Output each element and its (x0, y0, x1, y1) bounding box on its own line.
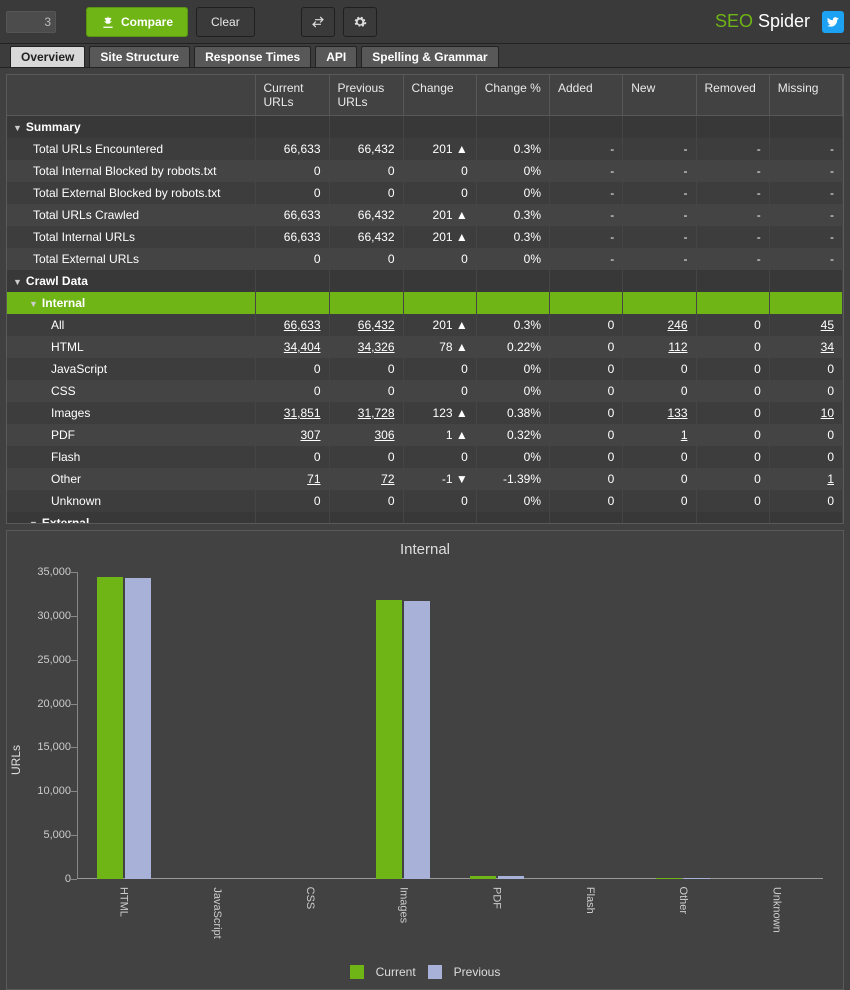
col-new[interactable]: New (623, 75, 696, 116)
chart-category: Flash (543, 572, 636, 879)
chart-category-label: CSS (304, 887, 316, 910)
tab-spelling-grammar[interactable]: Spelling & Grammar (361, 46, 498, 67)
compare-button[interactable]: Compare (86, 7, 188, 37)
subtab-bar: Overview Site Structure Response Times A… (0, 44, 850, 68)
chart-category-label: Unknown (770, 887, 782, 933)
chart-category-label: JavaScript (211, 887, 223, 938)
crawl-tab-stub[interactable]: 3 (6, 11, 56, 33)
chart-bar (656, 878, 682, 879)
table-row[interactable]: Unknown0000%0000 (7, 490, 843, 512)
table-row[interactable]: Images31,85131,728123 ▲0.38%0133010 (7, 402, 843, 424)
chart-category-label: Flash (584, 887, 596, 914)
tab-overview[interactable]: Overview (10, 46, 85, 67)
chart-bar (97, 577, 123, 879)
chart-category: JavaScript (170, 572, 263, 879)
overview-table-body-scroll[interactable]: ▼Summary Total URLs Encountered66,63366,… (7, 116, 843, 523)
col-change[interactable]: Change (403, 75, 476, 116)
legend-swatch-previous (428, 965, 442, 979)
chart-category-label: HTML (118, 887, 130, 917)
compare-label: Compare (121, 15, 173, 29)
chart-category: HTML (77, 572, 170, 879)
table-row[interactable]: CSS0000%0000 (7, 380, 843, 402)
table-row[interactable]: JavaScript0000%0000 (7, 358, 843, 380)
col-current[interactable]: Current URLs (255, 75, 329, 116)
chart-category: Unknown (730, 572, 823, 879)
chart-bar (376, 600, 402, 879)
tab-site-structure[interactable]: Site Structure (89, 46, 190, 67)
gear-icon (353, 15, 367, 29)
chart-bar (404, 601, 430, 879)
group-row[interactable]: ▼Crawl Data (7, 270, 843, 292)
tab-response-times[interactable]: Response Times (194, 46, 311, 67)
chart-category-label: PDF (491, 887, 503, 909)
chart-title: Internal (7, 531, 843, 562)
chart-bar (470, 876, 496, 879)
table-row[interactable]: All66,63366,432201 ▲0.3%0246045 (7, 314, 843, 336)
twitter-button[interactable] (822, 11, 844, 33)
table-row[interactable]: Total URLs Crawled66,63366,432201 ▲0.3%-… (7, 204, 843, 226)
group-row[interactable]: ▼Summary (7, 116, 843, 138)
table-row[interactable]: HTML34,40434,32678 ▲0.22%0112034 (7, 336, 843, 358)
col-changepct[interactable]: Change % (476, 75, 549, 116)
table-row[interactable]: Total Internal Blocked by robots.txt0000… (7, 160, 843, 182)
table-row[interactable]: Other7172-1 ▼-1.39%0001 (7, 468, 843, 490)
legend-swatch-current (350, 965, 364, 979)
legend-current: Current (376, 965, 416, 979)
chart-plot: 05,00010,00015,00020,00025,00030,00035,0… (29, 562, 843, 959)
chart-bar (125, 578, 151, 879)
chart-ylabel: URLs (7, 745, 29, 775)
table-row[interactable]: Total URLs Encountered66,63366,432201 ▲0… (7, 138, 843, 160)
col-removed[interactable]: Removed (696, 75, 769, 116)
toolbar: 3 Compare Clear SEO Spider (0, 0, 850, 44)
table-row[interactable]: Total Internal URLs66,63366,432201 ▲0.3%… (7, 226, 843, 248)
twitter-icon (826, 15, 840, 29)
col-added[interactable]: Added (550, 75, 623, 116)
chart-legend: Current Previous (7, 959, 843, 989)
settings-button[interactable] (343, 7, 377, 37)
group-row[interactable]: ▼Internal (7, 292, 843, 314)
overview-table: ▼Summary Total URLs Encountered66,63366,… (7, 116, 843, 523)
group-row[interactable]: ▼External (7, 512, 843, 523)
brand-title: SEO Spider (715, 11, 810, 32)
clear-label: Clear (211, 15, 240, 29)
col-previous[interactable]: Previous URLs (329, 75, 403, 116)
balance-scale-icon (101, 15, 115, 29)
chart-category: Other (637, 572, 730, 879)
clear-button[interactable]: Clear (196, 7, 255, 37)
table-row[interactable]: PDF3073061 ▲0.32%0100 (7, 424, 843, 446)
col-name[interactable] (7, 75, 255, 116)
chart-panel: Internal URLs 05,00010,00015,00020,00025… (6, 530, 844, 990)
chart-category: CSS (264, 572, 357, 879)
overview-table-header: Current URLs Previous URLs Change Change… (7, 75, 843, 116)
chart-bar (498, 876, 524, 879)
chart-category-label: Images (397, 887, 409, 923)
chart-category: Images (357, 572, 450, 879)
chart-bar (684, 878, 710, 879)
chart-category: PDF (450, 572, 543, 879)
overview-panel: Current URLs Previous URLs Change Change… (6, 74, 844, 524)
chart-category-label: Other (677, 887, 689, 915)
table-row[interactable]: Total External URLs0000%---- (7, 248, 843, 270)
tab-api[interactable]: API (315, 46, 357, 67)
legend-previous: Previous (454, 965, 501, 979)
table-row[interactable]: Flash0000%0000 (7, 446, 843, 468)
swap-button[interactable] (301, 7, 335, 37)
table-row[interactable]: Total External Blocked by robots.txt0000… (7, 182, 843, 204)
col-missing[interactable]: Missing (769, 75, 842, 116)
swap-icon (311, 15, 325, 29)
